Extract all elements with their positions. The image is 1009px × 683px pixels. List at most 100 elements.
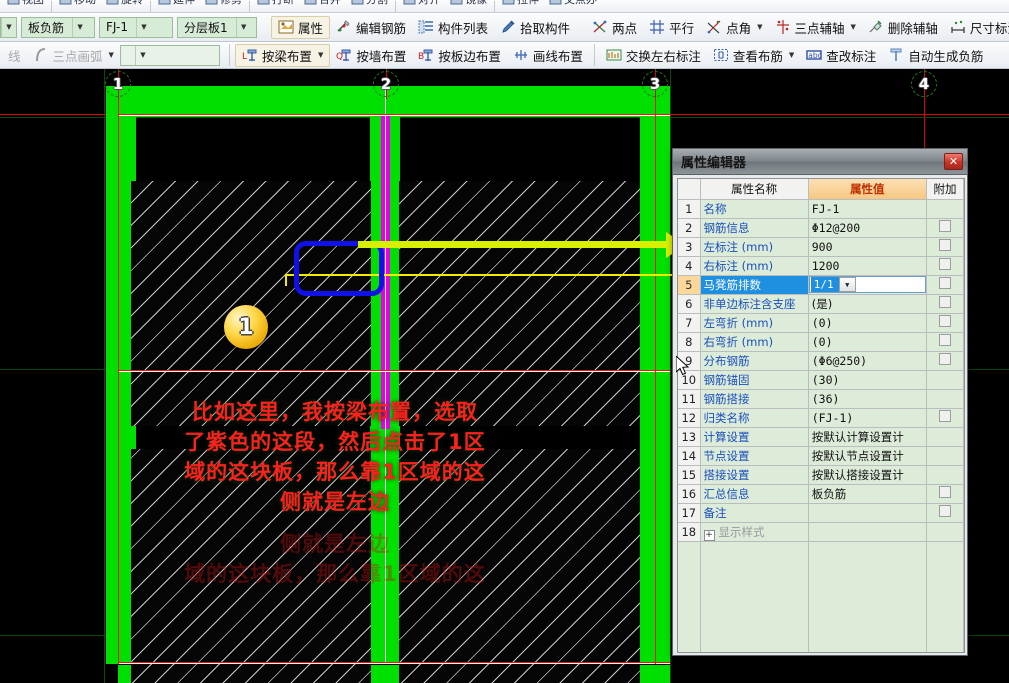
cut-toolbar-button-2[interactable]: 旋转	[101, 0, 148, 7]
axis-bubble-2[interactable]: 2	[373, 71, 399, 97]
property-row-name[interactable]: + 显示样式	[700, 522, 809, 542]
property-row-value[interactable]: FJ-1	[808, 199, 927, 219]
property-editor-dialog[interactable]: 属性编辑器 ✕ 属性名称 属性值 附加 1 名称 FJ-1 2 钢筋信息 Φ12@200 3…	[672, 148, 968, 656]
button-three-point-arc[interactable]: 三点画弧 ▼	[27, 44, 120, 67]
cut-toolbar-button-7[interactable]: 分割	[346, 0, 393, 7]
button-three-point-axis[interactable]: 三点辅轴 ▼	[769, 16, 862, 39]
button-component-list[interactable]: 构件列表	[412, 16, 494, 39]
button-two-point[interactable]: 两点	[586, 16, 643, 39]
combo-layer[interactable]: 分层板1 ▼	[177, 16, 257, 38]
property-row-name[interactable]: 分布钢筋	[700, 351, 809, 371]
close-icon[interactable]: ✕	[944, 153, 963, 170]
property-row-attach[interactable]	[926, 275, 964, 295]
button-draw-line[interactable]: 画线布置	[507, 44, 589, 67]
property-row[interactable]: 3 左标注 (mm) 900	[678, 237, 964, 257]
axis-bubble-3[interactable]: 3	[642, 71, 668, 97]
property-row-value[interactable]: (36)	[808, 389, 927, 409]
property-row[interactable]: 6 非单边标注含支座 (是)	[678, 294, 964, 314]
property-row-name[interactable]: 归类名称	[700, 408, 809, 428]
property-row[interactable]: 18 + 显示样式	[678, 522, 964, 542]
slab-top-left[interactable]	[131, 181, 371, 426]
property-row-value[interactable]	[808, 503, 927, 523]
property-row-attach[interactable]	[926, 237, 964, 257]
property-row-name[interactable]: 搭接设置	[700, 465, 809, 485]
property-editor-titlebar[interactable]: 属性编辑器 ✕	[673, 149, 967, 175]
button-by-slab-edge[interactable]: B 按板边布置	[412, 44, 507, 67]
property-row-value[interactable]: 按默认搭接设置计	[808, 465, 927, 485]
property-row-value[interactable]: (Φ6@250)	[808, 351, 927, 371]
property-row-value[interactable]: (30)	[808, 370, 927, 390]
property-row-name[interactable]: 钢筋搭接	[700, 389, 809, 409]
property-row[interactable]: 1 名称 FJ-1	[678, 199, 964, 219]
chevron-down-icon[interactable]: ▼	[838, 277, 856, 292]
property-row-value[interactable]: (FJ-1)	[808, 408, 927, 428]
cut-toolbar-button-10[interactable]: 拉伸	[497, 0, 544, 7]
property-row-attach[interactable]	[926, 218, 964, 238]
combo-member-type[interactable]: 板负筋 ▼	[21, 16, 95, 38]
attach-checkbox[interactable]	[938, 410, 951, 422]
property-row[interactable]: 11 钢筋搭接 (36)	[678, 389, 964, 409]
property-row[interactable]: 2 钢筋信息 Φ12@200	[678, 218, 964, 238]
property-row-name[interactable]: 节点设置	[700, 446, 809, 466]
property-row[interactable]: 5 马凳筋排数 1/1 ▼	[678, 275, 964, 295]
button-parallel[interactable]: 平行	[643, 16, 700, 39]
property-row-value[interactable]: (是)	[808, 294, 927, 314]
property-row-value[interactable]: 900	[808, 237, 927, 257]
property-row-name[interactable]: 右弯折 (mm)	[700, 332, 809, 352]
combo-row2-blank[interactable]: ▼	[119, 44, 220, 66]
property-row-value[interactable]: 按默认节点设置计	[808, 446, 927, 466]
property-row[interactable]: 8 右弯折 (mm) (0)	[678, 332, 964, 352]
property-row-attach[interactable]	[926, 294, 964, 314]
property-row-name[interactable]: 钢筋锚固	[700, 370, 809, 390]
property-value-editor[interactable]: 1/1 ▼	[808, 276, 926, 293]
cut-toolbar-button-4[interactable]: 修剪	[200, 0, 247, 7]
button-dimension[interactable]: 尺寸标注 ▼	[944, 16, 1009, 39]
cut-toolbar-button-0[interactable]: 视图	[2, 0, 49, 7]
cut-toolbar-button-1[interactable]: 移动	[54, 0, 101, 7]
cut-toolbar-button-9[interactable]: 镜像	[445, 0, 492, 7]
property-row-attach[interactable]	[926, 351, 964, 371]
property-row-value[interactable]: 1/1 ▼	[808, 275, 927, 295]
property-row-attach[interactable]	[926, 332, 964, 352]
attach-checkbox[interactable]	[938, 315, 951, 327]
property-row[interactable]: 13 计算设置 按默认计算设置计	[678, 427, 964, 447]
property-row-value[interactable]: 1200	[808, 256, 927, 276]
button-properties[interactable]: 属性	[271, 15, 331, 39]
property-row[interactable]: 17 备注	[678, 503, 964, 523]
property-row-value[interactable]: 板负筋	[808, 484, 927, 504]
property-row-name[interactable]: 钢筋信息	[700, 218, 809, 238]
property-row[interactable]: 7 左弯折 (mm) (0)	[678, 313, 964, 333]
property-row-value[interactable]: (0)	[808, 313, 927, 333]
attach-checkbox[interactable]	[938, 220, 951, 232]
property-row-name[interactable]: 左标注 (mm)	[700, 237, 809, 257]
property-row[interactable]: 15 搭接设置 按默认搭接设置计	[678, 465, 964, 485]
property-row-attach[interactable]	[926, 503, 964, 523]
button-by-beam[interactable]: L 按梁布置 ▼	[234, 43, 331, 67]
property-row[interactable]: 14 节点设置 按默认节点设置计	[678, 446, 964, 466]
property-row-name[interactable]: 左弯折 (mm)	[700, 313, 809, 333]
axis-bubble-1[interactable]: 1	[105, 71, 131, 97]
property-row-name[interactable]: 右标注 (mm)	[700, 256, 809, 276]
button-auto-generate-rebar[interactable]: 自动生成负筋	[882, 44, 989, 67]
attach-checkbox[interactable]	[938, 239, 951, 251]
attach-checkbox[interactable]	[938, 505, 951, 517]
button-delete-axis[interactable]: 删除辅轴	[862, 16, 944, 39]
property-row[interactable]: 4 右标注 (mm) 1200	[678, 256, 964, 276]
button-swap-annotation[interactable]: 交换左右标注	[600, 44, 707, 67]
cut-toolbar-button-6[interactable]: 合并	[299, 0, 346, 7]
property-row-value[interactable]	[808, 522, 927, 542]
button-edit-annotation[interactable]: abc 查改标注	[800, 44, 882, 67]
property-row-attach[interactable]	[926, 484, 964, 504]
attach-checkbox[interactable]	[938, 334, 951, 346]
button-pick-component[interactable]: 拾取构件	[494, 16, 576, 39]
property-row[interactable]: 9 分布钢筋 (Φ6@250)	[678, 351, 964, 371]
property-row-attach[interactable]	[926, 256, 964, 276]
property-row-name[interactable]: 名称	[700, 199, 809, 219]
attach-checkbox[interactable]	[938, 486, 951, 498]
slab-top-right[interactable]	[399, 181, 640, 426]
attach-checkbox[interactable]	[938, 258, 951, 270]
combo-member-name[interactable]: FJ-1 ▼	[99, 16, 173, 38]
property-value-input[interactable]: 1/1	[810, 277, 839, 292]
attach-checkbox[interactable]	[938, 296, 951, 308]
property-row-name[interactable]: 马凳筋排数	[700, 275, 809, 295]
